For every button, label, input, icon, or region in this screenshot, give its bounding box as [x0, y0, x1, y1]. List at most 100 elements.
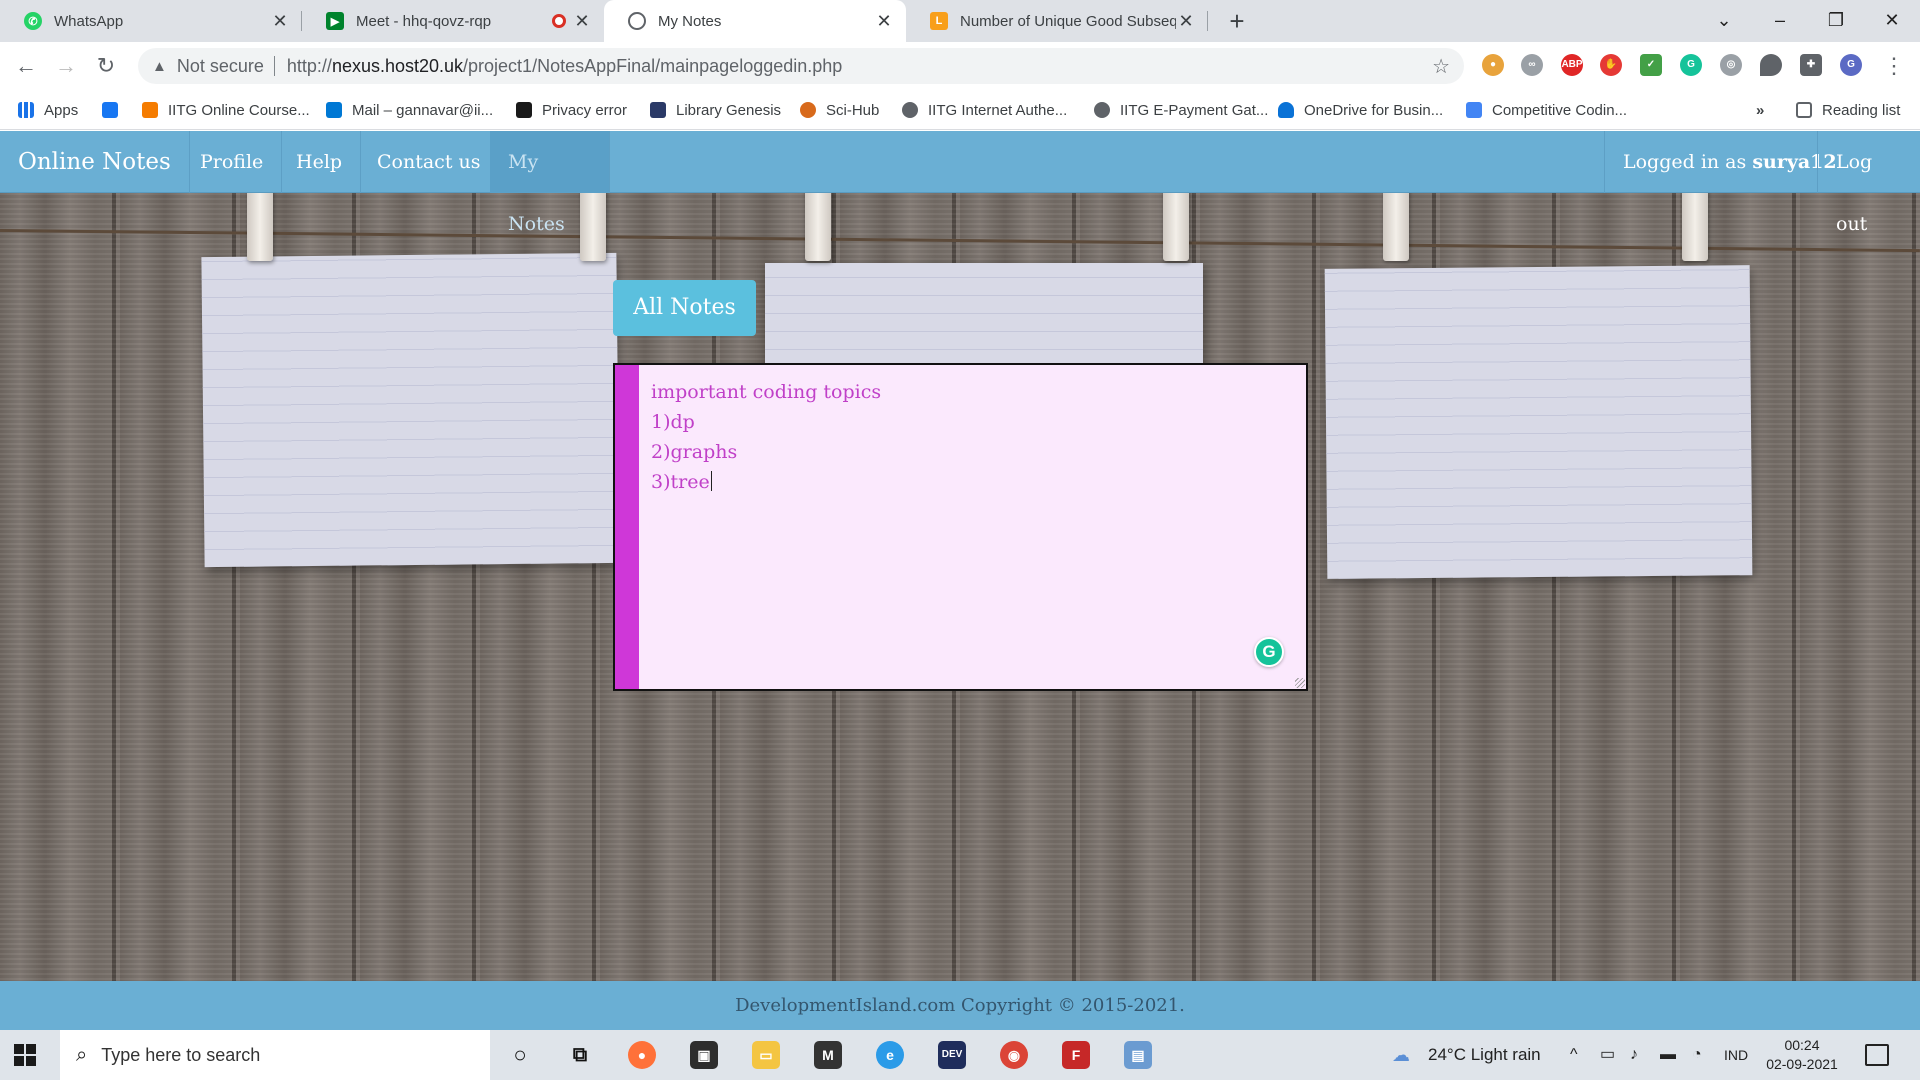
weather-text[interactable]: 24°C Light rain — [1428, 1030, 1541, 1080]
wifi-icon[interactable]: ◔ — [1692, 1030, 1702, 1080]
tab-leetcode[interactable]: L Number of Unique Good Subseq ✕ — [906, 0, 1208, 42]
reading-list-icon — [1796, 102, 1812, 118]
warning-icon[interactable]: ▲ — [152, 58, 167, 75]
close-tab-icon[interactable]: ✕ — [874, 11, 894, 32]
site-brand[interactable]: Online Notes — [0, 131, 190, 193]
file-explorer-icon[interactable]: ▭ — [752, 1041, 780, 1069]
network-icon[interactable]: ▭ — [1600, 1030, 1615, 1080]
logout-link[interactable]: Log out — [1817, 131, 1920, 235]
whatsapp-icon: ✆ — [24, 12, 42, 30]
resize-handle[interactable] — [1295, 678, 1305, 688]
library-icon — [650, 102, 666, 118]
url-text[interactable]: http://nexus.host20.uk/project1/NotesApp… — [287, 56, 842, 77]
edge-icon[interactable]: e — [876, 1041, 904, 1069]
tab-title: Meet - hhq-qovz-rqp — [356, 12, 492, 30]
bookmark-apps[interactable]: Apps — [18, 90, 78, 130]
nav-my-notes[interactable]: My Notes — [490, 131, 610, 235]
site-footer: DevelopmentIsland.com Copyright © 2015-2… — [0, 981, 1920, 1030]
battery-icon[interactable]: ▬ — [1660, 1030, 1676, 1080]
notification-center-icon[interactable] — [1865, 1044, 1889, 1066]
tray-chevron-icon[interactable]: ^ — [1570, 1030, 1578, 1080]
grammarly-icon[interactable]: G — [1254, 637, 1284, 667]
outlook-icon — [326, 102, 342, 118]
minimize-button[interactable]: – — [1752, 0, 1808, 42]
search-placeholder: Type here to search — [101, 1044, 261, 1065]
forward-icon[interactable]: → — [50, 50, 82, 82]
tab-search-icon[interactable]: ⌄ — [1696, 0, 1752, 42]
volume-icon[interactable]: ♪ — [1630, 1030, 1638, 1080]
reload-icon[interactable]: ↻ — [90, 50, 122, 82]
firefox-icon[interactable]: ● — [628, 1041, 656, 1069]
weather-icon[interactable]: ☁ — [1392, 1030, 1410, 1080]
reading-list[interactable]: Reading list — [1796, 90, 1900, 130]
windows-start-icon[interactable] — [14, 1044, 36, 1066]
dev-icon[interactable]: DEV — [938, 1041, 966, 1069]
stop-extension-icon[interactable]: ✋ — [1600, 54, 1622, 76]
taskbar-search-box[interactable]: ⌕ Type here to search — [60, 1030, 490, 1080]
google-meet-icon: ▶ — [326, 12, 344, 30]
tab-title: My Notes — [658, 12, 722, 30]
nav-contact-us[interactable]: Contact us — [359, 131, 500, 193]
language-indicator[interactable]: IND — [1724, 1030, 1748, 1080]
location-pin-icon[interactable] — [1760, 54, 1782, 76]
bookmark-iitg-epayment[interactable]: IITG E-Payment Gat... — [1094, 90, 1268, 130]
menu-kebab-icon[interactable]: ⋮ — [1878, 50, 1910, 82]
background-card — [1324, 265, 1753, 579]
bookmark-iitg-online-course[interactable]: IITG Online Course... — [142, 90, 310, 130]
app-icon[interactable]: M — [814, 1041, 842, 1069]
adblock-icon[interactable]: ABP — [1561, 54, 1583, 76]
docs-icon — [1466, 102, 1482, 118]
tab-whatsapp[interactable]: ✆ WhatsApp ✕ — [0, 0, 302, 42]
back-icon[interactable]: ← — [10, 50, 42, 82]
extensions-puzzle-icon[interactable]: ✚ — [1800, 54, 1822, 76]
nav-help[interactable]: Help — [278, 131, 362, 193]
cortana-icon[interactable]: ○ — [506, 1041, 534, 1069]
apps-grid-icon — [18, 102, 34, 118]
task-view-icon[interactable]: ⧉ — [566, 1041, 594, 1069]
cookie-extension-icon[interactable]: ● — [1482, 54, 1504, 76]
close-window-button[interactable]: ✕ — [1864, 0, 1920, 42]
grammarly-icon[interactable]: G — [1680, 54, 1702, 76]
note-editor[interactable]: important coding topics 1)dp 2)graphs 3)… — [613, 363, 1308, 691]
store-icon[interactable]: ▣ — [690, 1041, 718, 1069]
bookmark-library-genesis[interactable]: Library Genesis — [650, 90, 781, 130]
chrome-icon[interactable]: ◉ — [1000, 1041, 1028, 1069]
facebook-icon — [102, 102, 118, 118]
extension-icon[interactable]: ∞ — [1521, 54, 1543, 76]
taskbar-clock[interactable]: 00:24 02-09-2021 — [1762, 1036, 1842, 1074]
close-tab-icon[interactable]: ✕ — [1176, 11, 1196, 32]
new-tab-button[interactable]: + — [1222, 6, 1252, 36]
nav-profile[interactable]: Profile — [182, 131, 283, 193]
security-label[interactable]: Not secure — [177, 56, 264, 77]
profile-avatar[interactable]: G — [1840, 54, 1862, 76]
extension-icon[interactable]: ◎ — [1720, 54, 1742, 76]
note-textarea[interactable]: important coding topics 1)dp 2)graphs 3)… — [639, 365, 1306, 689]
close-tab-icon[interactable]: ✕ — [270, 11, 290, 32]
all-notes-button[interactable]: All Notes — [613, 280, 756, 336]
address-bar[interactable]: ▲ Not secure http://nexus.host20.uk/proj… — [138, 48, 1464, 84]
bookmark-iitg-internet[interactable]: IITG Internet Authe... — [902, 90, 1067, 130]
tab-title: WhatsApp — [54, 12, 124, 30]
globe-icon — [902, 102, 918, 118]
bookmark-onedrive[interactable]: OneDrive for Busin... — [1278, 90, 1443, 130]
windows-taskbar: ⌕ Type here to search ○ ⧉ ● ▣ ▭ M e DEV … — [0, 1030, 1920, 1080]
restore-button[interactable]: ❐ — [1808, 0, 1864, 42]
tab-my-notes[interactable]: My Notes ✕ — [604, 0, 906, 42]
warning-page-icon — [516, 102, 532, 118]
bookmark-mail[interactable]: Mail – gannavar@ii... — [326, 90, 493, 130]
bookmark-facebook[interactable] — [102, 90, 128, 130]
app-icon[interactable]: ▤ — [1124, 1041, 1152, 1069]
note-text[interactable]: important coding topics 1)dp 2)graphs 3)… — [651, 381, 881, 493]
bookmarks-overflow[interactable]: » — [1756, 90, 1764, 130]
close-tab-icon[interactable]: ✕ — [572, 11, 592, 32]
bookmark-sci-hub[interactable]: Sci-Hub — [800, 90, 879, 130]
search-icon: ⌕ — [76, 1043, 88, 1066]
tab-meet[interactable]: ▶ Meet - hhq-qovz-rqp ✕ — [302, 0, 604, 42]
sci-hub-icon — [800, 102, 816, 118]
bookmark-star-icon[interactable]: ☆ — [1432, 54, 1450, 79]
bookmark-privacy-error[interactable]: Privacy error — [516, 90, 627, 130]
filezilla-icon[interactable]: F — [1062, 1041, 1090, 1069]
extension-icon[interactable]: ✓ — [1640, 54, 1662, 76]
recording-icon — [552, 14, 566, 28]
bookmark-competitive-coding[interactable]: Competitive Codin... — [1466, 90, 1627, 130]
